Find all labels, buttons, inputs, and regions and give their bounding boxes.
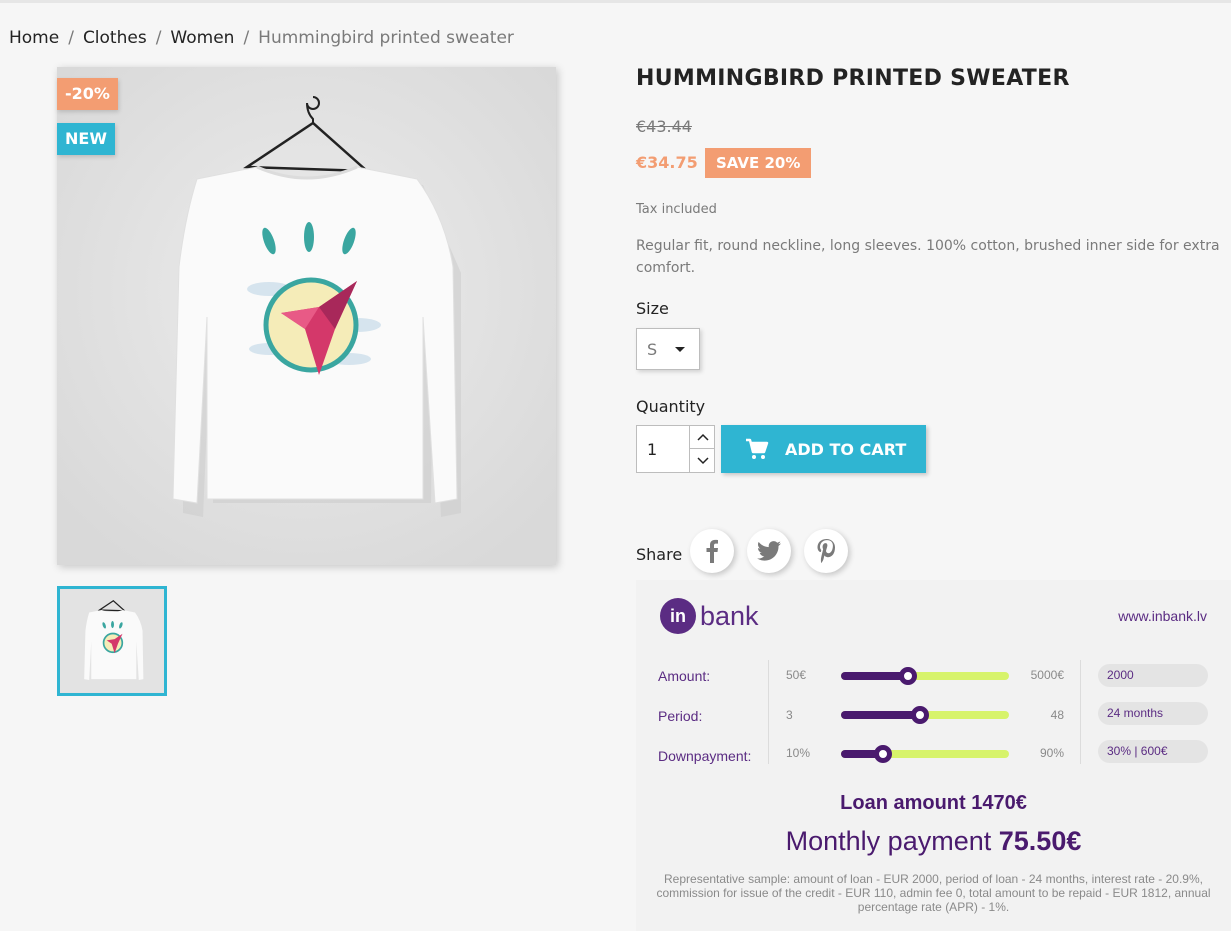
facebook-icon xyxy=(706,539,718,563)
inbank-logo-mark: in xyxy=(660,598,696,634)
quantity-stepper: 1 xyxy=(636,425,715,473)
amount-min: 50€ xyxy=(786,668,807,682)
product-thumbnail[interactable] xyxy=(57,586,167,696)
amount-value[interactable]: 2000 xyxy=(1098,664,1208,687)
product-description: Regular fit, round neckline, long sleeve… xyxy=(636,238,1220,276)
product-title: HUMMINGBIRD PRINTED SWEATER xyxy=(636,66,1070,91)
size-label: Size xyxy=(636,299,669,318)
twitter-icon xyxy=(757,541,781,561)
breadcrumb-separator: / xyxy=(243,28,250,48)
add-to-cart-button[interactable]: ADD TO CART xyxy=(721,425,926,473)
breadcrumb-clothes[interactable]: Clothes xyxy=(83,28,147,48)
divider xyxy=(768,660,769,764)
inbank-calculator: in bank www.inbank.lv Amount: 50€ 5000€ … xyxy=(636,580,1231,931)
top-border xyxy=(0,0,1231,3)
quantity-decrement-button[interactable] xyxy=(689,449,715,472)
share-label: Share xyxy=(636,545,683,564)
period-min: 3 xyxy=(786,708,793,722)
breadcrumb-current: Hummingbird printed sweater xyxy=(258,28,514,48)
breadcrumb: Home / Clothes / Women / Hummingbird printed s… xyxy=(9,28,514,48)
quantity-input[interactable]: 1 xyxy=(647,440,657,459)
inbank-logo: in bank xyxy=(660,598,759,634)
downpayment-label: Downpayment: xyxy=(658,748,752,764)
period-slider[interactable] xyxy=(841,706,1009,724)
slider-handle[interactable] xyxy=(910,706,929,724)
current-price: €34.75 xyxy=(636,153,698,172)
breadcrumb-separator: / xyxy=(155,28,162,48)
monthly-payment: Monthly payment 75.50€ xyxy=(636,826,1231,857)
monthly-payment-label: Monthly payment xyxy=(785,826,992,856)
discount-flag: -20% xyxy=(57,78,118,110)
share-twitter-button[interactable] xyxy=(747,529,791,573)
downpayment-value[interactable]: 30% | 600€ xyxy=(1098,740,1208,763)
sweater-thumbnail-image xyxy=(60,589,164,693)
breadcrumb-women[interactable]: Women xyxy=(170,28,234,48)
divider xyxy=(1080,660,1081,764)
period-value[interactable]: 24 months xyxy=(1098,702,1208,725)
quantity-increment-button[interactable] xyxy=(689,426,715,449)
monthly-payment-value: 75.50€ xyxy=(998,826,1082,856)
period-label: Period: xyxy=(658,708,703,724)
size-select-value: S xyxy=(647,340,658,359)
shopping-cart-icon xyxy=(745,438,769,460)
sweater-image xyxy=(57,67,556,565)
period-max: 48 xyxy=(1050,708,1064,722)
caret-down-icon xyxy=(675,347,685,352)
slider-handle[interactable] xyxy=(874,745,892,763)
tax-label: Tax included xyxy=(636,202,717,217)
amount-max: 5000€ xyxy=(1030,668,1064,682)
slider-fill xyxy=(841,711,920,719)
chevron-up-icon xyxy=(696,433,709,441)
pinterest-icon xyxy=(817,539,835,563)
slider-fill xyxy=(841,672,909,680)
regular-price: €43.44 xyxy=(636,117,692,136)
chevron-down-icon xyxy=(696,456,709,464)
discount-badge: SAVE 20% xyxy=(705,148,812,178)
inbank-website-link[interactable]: www.inbank.lv xyxy=(1118,608,1207,624)
slider-handle[interactable] xyxy=(899,667,918,685)
downpayment-slider[interactable] xyxy=(841,745,1009,763)
new-flag: NEW xyxy=(57,123,115,155)
representative-sample-disclaimer: Representative sample: amount of loan - … xyxy=(656,872,1211,914)
inbank-logo-word: bank xyxy=(700,600,759,631)
amount-label: Amount: xyxy=(658,668,711,684)
quantity-label: Quantity xyxy=(636,397,706,416)
size-select[interactable]: S xyxy=(636,328,700,370)
loan-amount: Loan amount 1470€ xyxy=(840,792,1027,814)
downpayment-min: 10% xyxy=(786,746,811,760)
breadcrumb-home[interactable]: Home xyxy=(9,28,59,48)
breadcrumb-separator: / xyxy=(68,28,74,48)
product-main-image[interactable] xyxy=(57,67,556,565)
downpayment-max: 90% xyxy=(1039,746,1064,760)
add-to-cart-label: ADD TO CART xyxy=(785,439,907,459)
share-facebook-button[interactable] xyxy=(690,529,734,573)
share-pinterest-button[interactable] xyxy=(804,529,848,573)
amount-slider[interactable] xyxy=(841,667,1009,685)
